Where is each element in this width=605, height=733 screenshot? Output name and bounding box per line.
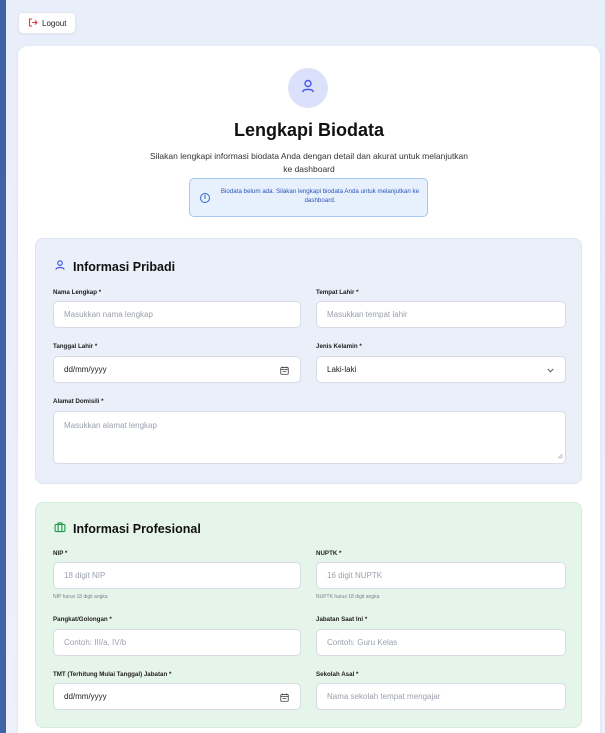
professional-info-title: Informasi Profesional: [73, 521, 201, 536]
nip-label: NIP *: [53, 550, 68, 557]
nip-placeholder: 18 digit NIP: [64, 571, 106, 580]
jenis-kelamin-value: Laki-laki: [327, 365, 357, 374]
tmt-label: TMT (Terhitung Mulai Tanggal) Jabatan *: [53, 671, 172, 678]
nuptk-input[interactable]: 16 digit NUPTK: [316, 562, 566, 589]
personal-info-heading: Informasi Pribadi: [54, 259, 175, 274]
tempat-lahir-input[interactable]: Masukkan tempat lahir: [316, 301, 566, 328]
jabatan-placeholder: Contoh: Guru Kelas: [327, 638, 398, 647]
nip-hint: NIP harus 18 digit angka: [53, 594, 108, 600]
sekolah-placeholder: Nama sekolah tempat mengajar: [327, 692, 441, 701]
nuptk-label: NUPTK *: [316, 550, 342, 557]
info-icon: i: [200, 193, 210, 203]
alert-text: Biodata belum ada. Silakan lengkapi biod…: [220, 188, 420, 204]
tanggal-lahir-input[interactable]: dd/mm/yyyy: [53, 356, 301, 383]
biodata-card: Lengkapi Biodata Silakan lengkapi inform…: [18, 46, 600, 733]
nama-input[interactable]: Masukkan nama lengkap: [53, 301, 301, 328]
nuptk-hint: NUPTK harus 18 digit angka: [316, 594, 380, 600]
alamat-label: Alamat Domisili *: [53, 398, 104, 405]
logout-icon: [28, 17, 38, 29]
sekolah-input[interactable]: Nama sekolah tempat mengajar: [316, 683, 566, 710]
logout-button[interactable]: Logout: [18, 12, 77, 34]
calendar-icon[interactable]: [280, 693, 289, 704]
pangkat-placeholder: Contoh: III/a, IV/b: [64, 638, 127, 647]
briefcase-icon: [54, 521, 66, 536]
jenis-kelamin-select[interactable]: Laki-laki: [316, 356, 566, 383]
tmt-input[interactable]: dd/mm/yyyy: [53, 683, 301, 710]
user-icon: [300, 78, 316, 99]
nama-placeholder: Masukkan nama lengkap: [64, 310, 153, 319]
tanggal-lahir-value: dd/mm/yyyy: [64, 365, 107, 374]
personal-info-title: Informasi Pribadi: [73, 259, 176, 274]
tanggal-lahir-label: Tanggal Lahir *: [53, 343, 98, 350]
jabatan-input[interactable]: Contoh: Guru Kelas: [316, 629, 566, 656]
avatar: [288, 68, 328, 108]
page-title: Lengkapi Biodata: [233, 120, 385, 140]
alamat-textarea[interactable]: Masukkan alamat lengkap: [53, 411, 566, 464]
jenis-kelamin-label: Jenis Kelamin *: [316, 343, 362, 350]
logout-label: Logout: [42, 18, 67, 28]
info-alert: i Biodata belum ada. Silakan lengkapi bi…: [189, 178, 428, 217]
nuptk-placeholder: 16 digit NUPTK: [327, 571, 383, 580]
pangkat-label: Pangkat/Golongan *: [53, 616, 112, 623]
tempat-lahir-label: Tempat Lahir *: [316, 289, 359, 296]
page-subtitle: Silakan lengkapi informasi biodata Anda …: [149, 151, 469, 174]
sekolah-label: Sekolah Asal *: [316, 671, 359, 678]
nip-input[interactable]: 18 digit NIP: [53, 562, 301, 589]
personal-info-section: Informasi Pribadi Nama Lengkap * Masukka…: [35, 238, 582, 484]
page-frame: Logout Lengkapi Biodata Silakan lengkapi…: [6, 0, 605, 733]
user-icon: [54, 259, 66, 274]
resize-handle-icon[interactable]: [557, 452, 563, 461]
professional-info-section: Informasi Profesional NIP * 18 digit NIP…: [35, 502, 582, 728]
nama-label: Nama Lengkap *: [53, 289, 102, 296]
calendar-icon[interactable]: [280, 366, 289, 377]
alamat-placeholder: Masukkan alamat lengkap: [64, 421, 157, 430]
tmt-value: dd/mm/yyyy: [64, 692, 107, 701]
chevron-down-icon: [547, 366, 554, 375]
jabatan-label: Jabatan Saat Ini *: [316, 616, 368, 623]
professional-info-heading: Informasi Profesional: [54, 521, 201, 536]
pangkat-input[interactable]: Contoh: III/a, IV/b: [53, 629, 301, 656]
tempat-lahir-placeholder: Masukkan tempat lahir: [327, 310, 408, 319]
